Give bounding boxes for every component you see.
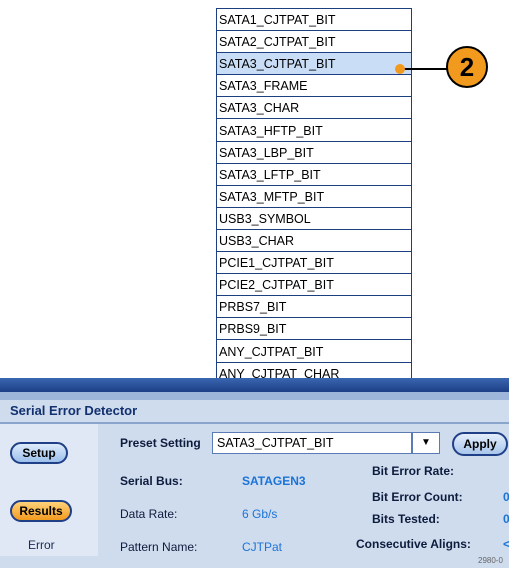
preset-setting-select[interactable]: SATA3_CJTPAT_BIT	[212, 432, 412, 454]
dropdown-option[interactable]: SATA3_LFTP_BIT	[217, 164, 411, 186]
panel-header-strip	[0, 378, 509, 392]
callout-leader-line	[402, 68, 448, 70]
dropdown-option[interactable]: SATA3_CHAR	[217, 97, 411, 120]
pattern-name-value: CJTPat	[242, 540, 283, 554]
bits-tested-value: 0	[503, 512, 509, 526]
dropdown-option[interactable]: USB3_SYMBOL	[217, 208, 411, 230]
dropdown-option[interactable]: ANY_CJTPAT_BIT	[217, 341, 411, 363]
dropdown-option[interactable]: SATA1_CJTPAT_BIT	[217, 9, 411, 31]
dropdown-option[interactable]: SATA3_LBP_BIT	[217, 142, 411, 164]
setup-tab-button[interactable]: Setup	[10, 442, 68, 464]
consecutive-aligns-label: Consecutive Aligns:	[356, 537, 471, 551]
data-rate-value: 6 Gb/s	[242, 507, 278, 521]
dropdown-option[interactable]: PCIE2_CJTPAT_BIT	[217, 274, 411, 297]
preset-dropdown-arrow-icon[interactable]: ▼	[412, 432, 440, 454]
callout-number-badge: 2	[446, 46, 488, 88]
panel-header-band	[0, 392, 509, 400]
callout-dot	[395, 64, 405, 74]
consecutive-aligns-value: <	[503, 537, 509, 551]
bit-error-count-label: Bit Error Count:	[372, 490, 463, 504]
preset-setting-label: Preset Setting	[120, 436, 201, 450]
data-rate-label: Data Rate:	[120, 507, 178, 521]
serial-bus-label: Serial Bus:	[120, 474, 183, 488]
dropdown-option[interactable]: SATA3_FRAME	[217, 75, 411, 98]
figure-id-label: 2980-0	[478, 556, 503, 565]
serial-bus-value: SATAGEN3	[242, 474, 306, 488]
pattern-dropdown-list: SATA1_CJTPAT_BIT SATA2_CJTPAT_BIT SATA3_CJ…	[216, 8, 412, 407]
dropdown-option[interactable]: SATA3_HFTP_BIT	[217, 120, 411, 142]
bit-error-count-value: 0	[503, 490, 509, 504]
apply-button[interactable]: Apply	[452, 432, 508, 456]
bit-error-rate-label: Bit Error Rate:	[372, 464, 455, 478]
dropdown-option[interactable]: USB3_CHAR	[217, 230, 411, 252]
dropdown-option[interactable]: PRBS9_BIT	[217, 318, 411, 341]
results-tab-button[interactable]: Results	[10, 500, 72, 522]
dropdown-option[interactable]: SATA3_MFTP_BIT	[217, 186, 411, 208]
panel-title: Serial Error Detector	[10, 403, 138, 418]
dropdown-option[interactable]: PCIE1_CJTPAT_BIT	[217, 252, 411, 275]
dropdown-option[interactable]: PRBS7_BIT	[217, 296, 411, 319]
dropdown-option[interactable]: SATA2_CJTPAT_BIT	[217, 31, 411, 54]
pattern-name-label: Pattern Name:	[120, 540, 198, 554]
bits-tested-label: Bits Tested:	[372, 512, 440, 526]
error-tab-label[interactable]: Error	[28, 538, 55, 552]
dropdown-option[interactable]: SATA3_CJTPAT_BIT	[217, 53, 411, 76]
